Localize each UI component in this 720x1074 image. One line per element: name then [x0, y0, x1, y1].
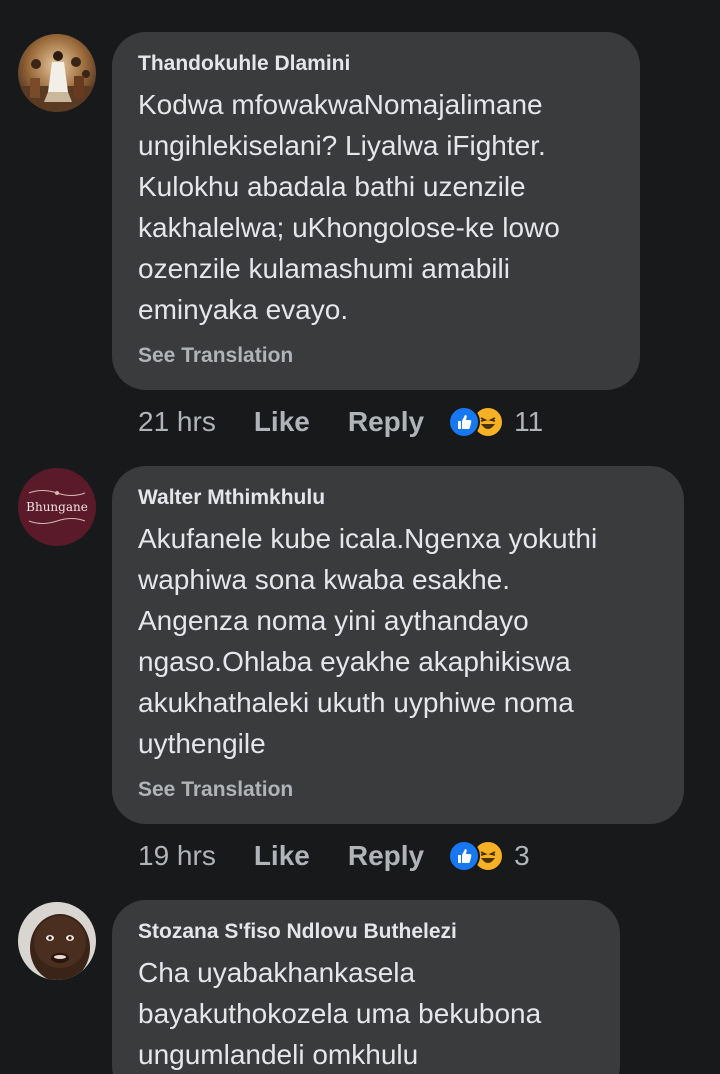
reply-button[interactable]: Reply	[348, 840, 424, 872]
like-button[interactable]: Like	[254, 406, 310, 438]
comment-bubble: Stozana S'fiso Ndlovu Buthelezi Cha uyab…	[112, 900, 620, 1074]
ornament-icon	[28, 518, 86, 524]
avatar[interactable]: Bhungane	[18, 468, 96, 546]
reaction-count: 3	[514, 840, 530, 871]
see-translation-link[interactable]: See Translation	[138, 342, 614, 370]
reaction-summary[interactable]: 11	[448, 406, 543, 438]
comment-bubble: Walter Mthimkhulu Akufanele kube icala.N…	[112, 466, 684, 824]
comment-timestamp[interactable]: 21 hrs	[138, 406, 216, 438]
reply-button[interactable]: Reply	[348, 406, 424, 438]
comment-bubble: Thandokuhle Dlamini Kodwa mfowakwaNomaja…	[112, 32, 640, 390]
comment-text: Kodwa mfowakwaNomajalimane ungihlekisela…	[138, 89, 560, 325]
see-translation-link[interactable]: See Translation	[138, 776, 658, 804]
comment-author[interactable]: Walter Mthimkhulu	[138, 484, 658, 512]
comment-text: Akufanele kube icala.Ngenxa yokuthi waph…	[138, 523, 598, 759]
comment-author[interactable]: Thandokuhle Dlamini	[138, 50, 614, 78]
comment-actions: 21 hrs Like Reply 11	[138, 402, 543, 442]
like-icon	[448, 406, 481, 438]
comments-page: Thandokuhle Dlamini Kodwa mfowakwaNomaja…	[0, 0, 720, 1074]
avatar[interactable]	[18, 902, 96, 980]
comment-actions: 19 hrs Like Reply 3	[138, 836, 530, 876]
comment-timestamp[interactable]: 19 hrs	[138, 840, 216, 872]
like-button[interactable]: Like	[254, 840, 310, 872]
comment-author[interactable]: Stozana S'fiso Ndlovu Buthelezi	[138, 918, 594, 946]
comment-text: Cha uyabakhankasela bayakuthokozela uma …	[138, 957, 542, 1070]
profile-photo-icon	[18, 34, 96, 112]
avatar-brand-text: Bhungane	[26, 500, 88, 514]
ornament-icon	[28, 490, 86, 496]
reaction-count: 11	[514, 406, 544, 437]
profile-photo-icon	[18, 902, 96, 980]
avatar[interactable]	[18, 34, 96, 112]
like-icon	[448, 840, 481, 872]
reaction-summary[interactable]: 3	[448, 840, 530, 872]
